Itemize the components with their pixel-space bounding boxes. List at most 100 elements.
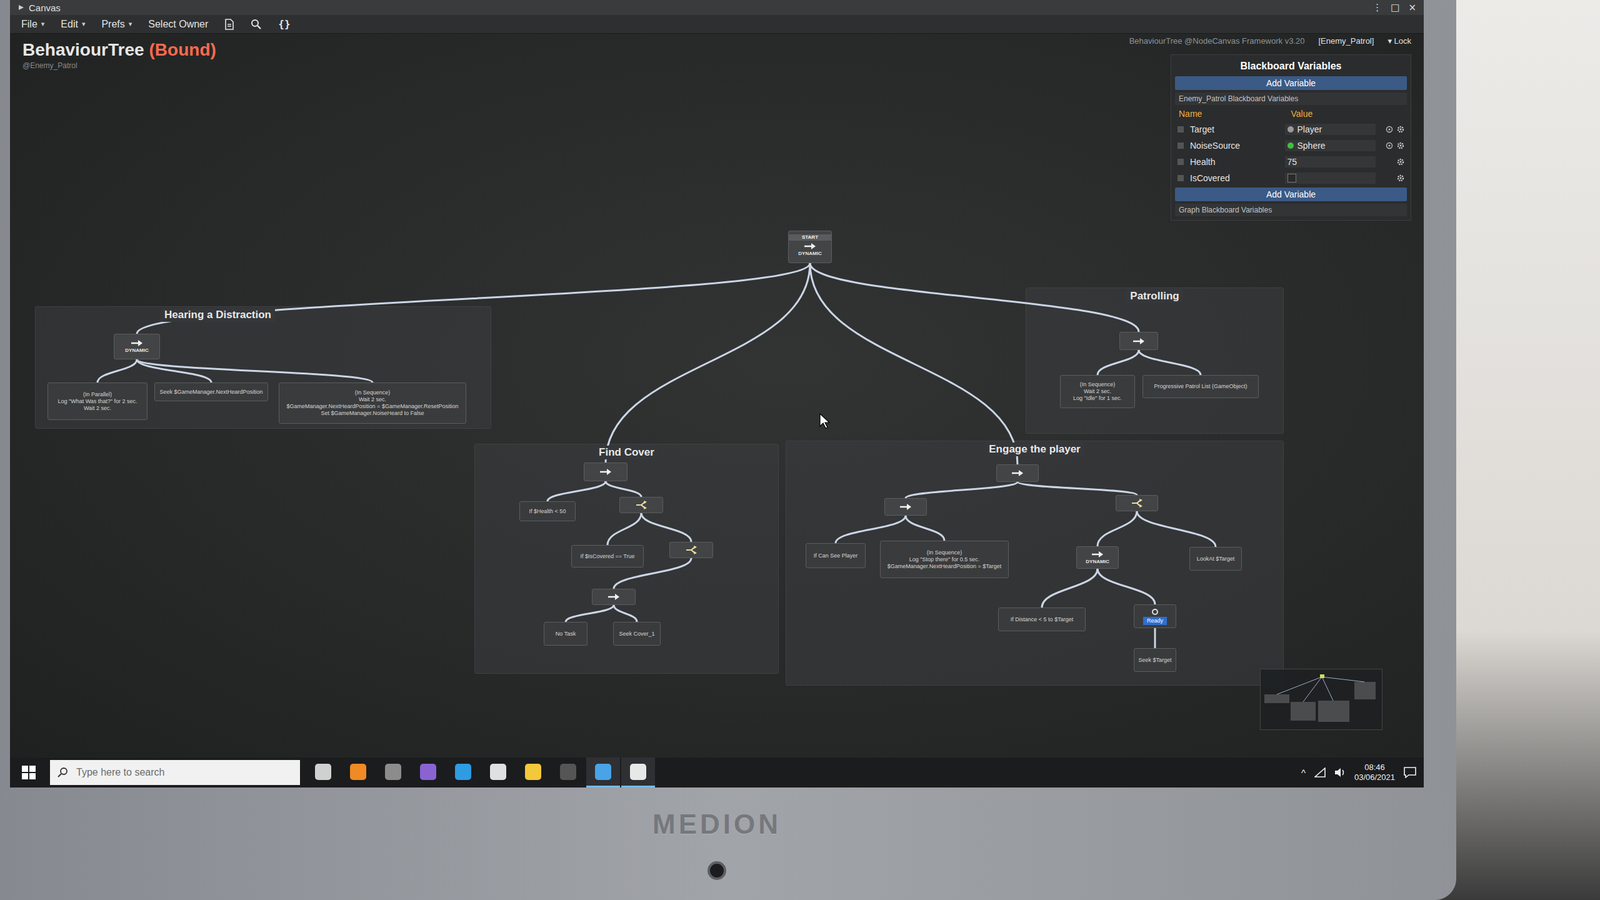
drag-handle[interactable] — [1177, 158, 1184, 165]
webcam — [707, 861, 727, 880]
sequencer-icon — [599, 468, 612, 476]
search-input[interactable] — [75, 766, 293, 779]
condition-node[interactable]: If $Health < 50 — [519, 501, 576, 522]
action-node[interactable]: Progressive Patrol List (GameObject) — [1142, 375, 1259, 399]
action-node[interactable]: (In Parallel)Log "What Was that?" for 2 … — [47, 382, 148, 420]
variable-row[interactable]: Health75 — [1175, 155, 1407, 169]
taskbar-app[interactable] — [376, 757, 410, 788]
taskbar-app[interactable] — [621, 757, 655, 788]
minimap[interactable] — [1260, 668, 1383, 730]
window-tab[interactable]: Canvas — [17, 2, 61, 14]
drag-handle[interactable] — [1177, 126, 1184, 133]
action-node[interactable]: Seek Cover_1 — [613, 621, 661, 646]
decorator-label: Ready — [1143, 616, 1167, 625]
drag-handle[interactable] — [1177, 142, 1184, 149]
add-variable-button[interactable]: Add Variable — [1175, 187, 1407, 202]
taskbar-app[interactable] — [446, 757, 480, 788]
variable-value[interactable]: Sphere — [1285, 140, 1377, 152]
window-control[interactable]: □ — [1390, 1, 1400, 14]
sequencer-node[interactable] — [591, 588, 636, 605]
value-text: Player — [1297, 124, 1323, 135]
menu-bar: File▾ Edit▾ Prefs▾ Select Owner {} — [10, 15, 1424, 34]
root-node[interactable]: STARTDYNAMIC — [788, 230, 832, 264]
variable-value[interactable] — [1285, 172, 1377, 184]
selector-node[interactable] — [1115, 495, 1159, 512]
edge — [1017, 481, 1137, 495]
sequencer-icon — [899, 503, 912, 511]
app-icon — [350, 763, 367, 780]
variable-row[interactable]: IsCovered — [1175, 171, 1407, 185]
variable-name: IsCovered — [1190, 173, 1282, 184]
group-header: Find Cover — [475, 444, 779, 460]
tray-expand[interactable]: ^ — [1301, 767, 1306, 779]
search-icon[interactable] — [250, 18, 262, 30]
drag-handle[interactable] — [1177, 175, 1184, 182]
json-button[interactable]: {} — [278, 18, 290, 30]
sequencer-node[interactable] — [1119, 331, 1159, 350]
row-icons — [1379, 158, 1405, 166]
start-button[interactable] — [10, 757, 48, 788]
graph-canvas[interactable]: BehaviourTree(Bound)@Enemy_PatrolBehavio… — [10, 33, 1424, 758]
minimap-graph-icon — [1260, 669, 1382, 730]
clock[interactable]: 08:4603/06/2021 — [1354, 762, 1395, 783]
decorator-node[interactable]: Ready — [1133, 604, 1177, 629]
node-text: If $IsCovered == True — [580, 553, 635, 560]
network-icon[interactable] — [1314, 767, 1326, 778]
menu-item[interactable]: Edit▾ — [60, 18, 85, 30]
taskbar-app[interactable] — [341, 757, 375, 788]
variable-checkbox[interactable] — [1287, 173, 1297, 183]
condition-node[interactable]: If Distance < 5 to $Target — [998, 607, 1086, 632]
action-node[interactable]: No Task — [543, 621, 588, 646]
variable-value[interactable]: 75 — [1285, 156, 1377, 168]
sequencer-node[interactable]: DYNAMIC — [113, 333, 160, 360]
sequencer-node[interactable] — [884, 498, 927, 516]
sequencer-node[interactable] — [583, 462, 628, 482]
action-node[interactable]: (In Sequence)Log "Stop there" for 0.5 se… — [880, 540, 1009, 579]
menu-item[interactable]: Select Owner — [148, 18, 209, 30]
selector-node[interactable] — [619, 496, 664, 514]
lock-toggle[interactable]: ▾ Lock — [1387, 36, 1412, 46]
action-node[interactable]: LookAt $Target — [1189, 546, 1242, 571]
sequencer-node[interactable]: DYNAMIC — [1076, 546, 1119, 569]
condition-node[interactable]: If $IsCovered == True — [571, 545, 644, 568]
search-box[interactable] — [50, 760, 300, 785]
gear-icon[interactable] — [1396, 174, 1405, 182]
taskbar-app[interactable] — [306, 757, 340, 788]
sequencer-node[interactable] — [996, 464, 1039, 482]
gear-icon[interactable] — [1396, 158, 1405, 166]
variable-row[interactable]: TargetPlayer — [1175, 122, 1407, 137]
taskbar-app[interactable] — [516, 757, 550, 788]
variable-value[interactable]: Player — [1285, 123, 1377, 135]
app-icon — [490, 763, 507, 780]
variable-row[interactable]: NoiseSourceSphere — [1175, 138, 1407, 153]
file-icon[interactable] — [224, 18, 235, 30]
gear-icon[interactable] — [1396, 125, 1405, 134]
condition-node[interactable]: If Can See Player — [805, 543, 866, 569]
wall — [1456, 0, 1600, 900]
taskbar-app[interactable] — [551, 757, 585, 788]
taskbar-app[interactable] — [411, 757, 445, 788]
gear-icon[interactable] — [1396, 141, 1405, 150]
menu-label: Prefs — [101, 18, 125, 30]
taskbar-app[interactable] — [481, 757, 515, 788]
action-node[interactable]: Seek $Target — [1133, 648, 1177, 672]
selector-node[interactable] — [669, 541, 714, 559]
node-group[interactable]: Patrolling — [1025, 287, 1284, 434]
node-mode: DYNAMIC — [1085, 558, 1109, 565]
app-icon — [420, 763, 437, 780]
blackboard-panel: Blackboard VariablesAdd VariableEnemy_Pa… — [1170, 54, 1412, 221]
window-control[interactable]: × — [1408, 1, 1417, 14]
action-node[interactable]: (In Sequence)Wait 2 sec.Log "Idle" for 1… — [1060, 375, 1135, 409]
menu-item[interactable]: File▾ — [21, 18, 45, 30]
action-node[interactable]: (In Sequence)Wait 2 sec.$GameManager.Nex… — [278, 382, 467, 424]
volume-icon[interactable] — [1334, 767, 1346, 778]
taskbar-app[interactable] — [586, 757, 620, 788]
object-picker-icon[interactable] — [1385, 125, 1394, 134]
action-node[interactable]: Seek $GameManager.NextHeardPosition — [154, 382, 269, 402]
object-picker-icon[interactable] — [1385, 141, 1394, 150]
notification-icon[interactable] — [1403, 766, 1417, 779]
window-control[interactable]: ⋮ — [1372, 1, 1382, 14]
add-variable-button[interactable]: Add Variable — [1175, 76, 1407, 90]
menu-item[interactable]: Prefs▾ — [101, 18, 132, 30]
agent-name: [Enemy_Patrol] — [1318, 36, 1375, 46]
